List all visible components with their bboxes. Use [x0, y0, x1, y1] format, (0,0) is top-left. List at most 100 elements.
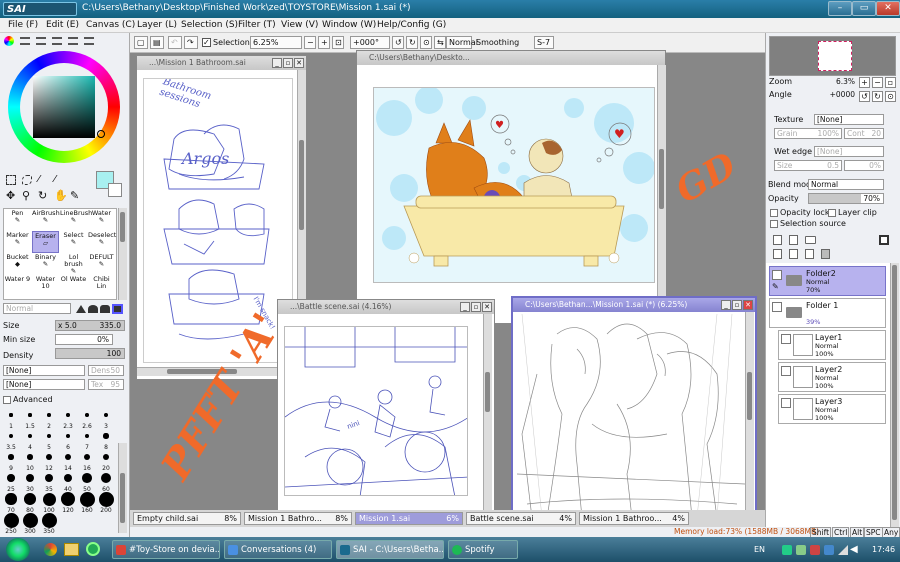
eyedropper-icon[interactable]: ⁄ — [54, 175, 64, 185]
redo-icon[interactable]: ↷ — [184, 36, 198, 49]
brush-size-dot[interactable] — [22, 512, 38, 528]
swatch-icon[interactable] — [52, 37, 62, 45]
clear-layer-icon[interactable] — [805, 249, 814, 259]
layer-layer2[interactable]: Layer2 Normal 100% — [778, 362, 886, 392]
blend-mode-select[interactable]: Normal — [3, 303, 71, 314]
brush-shape-select[interactable]: [None] — [3, 379, 85, 390]
new-layer-icon[interactable] — [773, 235, 782, 245]
visibility-eye-icon[interactable] — [772, 302, 782, 312]
menu-edit[interactable]: Edit (E) — [46, 20, 79, 30]
rotate-reset-icon[interactable]: ⊙ — [420, 36, 432, 49]
zoom-icon[interactable]: ⚲ — [22, 190, 30, 201]
palette-icon[interactable] — [68, 37, 78, 45]
taskbar-conversations[interactable]: Conversations (4) — [224, 540, 332, 559]
brush-size-dot[interactable] — [84, 433, 90, 439]
brush-size-dot[interactable] — [83, 453, 91, 461]
window4-vscroll[interactable] — [745, 312, 754, 516]
layer-layer3[interactable]: Layer3 Normal 100% — [778, 394, 886, 424]
tool-binary[interactable]: Binary ✎ — [32, 253, 59, 275]
nav-zoom-value[interactable]: 6.3% — [769, 77, 855, 88]
menu-view[interactable]: View (V) — [281, 20, 318, 30]
nav-rotate-right-icon[interactable]: ↻ — [872, 91, 883, 102]
brush-shape-selector[interactable] — [76, 303, 124, 315]
brush-size-dot[interactable] — [65, 433, 71, 439]
flip-icon[interactable]: ⇆ — [434, 36, 446, 49]
window2-vscroll[interactable] — [657, 65, 666, 323]
selection-checkbox[interactable]: ✓ — [202, 38, 211, 47]
brush-size-dot[interactable] — [5, 493, 17, 505]
menu-filter[interactable]: Filter (T) — [238, 20, 276, 30]
zoom-out-icon[interactable]: − — [304, 36, 316, 49]
brush-size-dot[interactable] — [98, 491, 114, 507]
saturation-value-square[interactable] — [33, 76, 95, 138]
brush-size-dot[interactable] — [102, 453, 110, 461]
nav-zoom-in-icon[interactable]: + — [859, 77, 870, 88]
brush-size-dot[interactable] — [27, 433, 33, 439]
wet-size-slider[interactable]: Size 0.5 — [774, 160, 842, 171]
wet-cont-slider[interactable]: 0% — [844, 160, 884, 171]
tool-water-10[interactable]: Water 10 — [32, 275, 59, 297]
window4-close[interactable]: ✕ — [743, 300, 753, 310]
rotate-left-icon[interactable]: ↺ — [392, 36, 404, 49]
brush-size-dot[interactable] — [41, 512, 57, 528]
tool-grid-scrollbar[interactable] — [118, 208, 127, 300]
canvas-mission1[interactable] — [517, 314, 745, 518]
move-icon[interactable]: ✥ — [6, 190, 15, 201]
tool-airbrush[interactable]: AirBrush ✎ — [32, 209, 60, 231]
brush-texture-select[interactable]: [None] — [3, 365, 85, 376]
brush-size-dot[interactable] — [7, 474, 15, 482]
deselect-icon[interactable]: ▢ — [134, 36, 148, 49]
texture-select[interactable]: [None] — [814, 114, 884, 125]
zoom-in-icon[interactable]: + — [318, 36, 330, 49]
brush-size-dot[interactable] — [82, 473, 92, 483]
brush-size-dot[interactable] — [44, 473, 54, 483]
taskbar-sai[interactable]: SAI - C:\Users\Betha... — [336, 540, 444, 559]
menu-help[interactable]: Help/Config (G) — [377, 20, 446, 30]
brush-size-dot[interactable] — [79, 491, 95, 507]
nav-rotate-left-icon[interactable]: ↺ — [859, 91, 870, 102]
tool-water-9[interactable]: Water 9 — [4, 275, 31, 297]
brush-size-scrollbar[interactable] — [118, 443, 127, 533]
tex-field[interactable]: Tex 95 — [88, 379, 124, 390]
magic-wand-icon[interactable]: ⁄ — [38, 175, 48, 185]
undo-icon[interactable]: ↶ — [168, 36, 182, 49]
brush-size-dot[interactable] — [8, 433, 14, 439]
cont-slider[interactable]: Cont 20 — [844, 128, 884, 139]
layer-clip-checkbox[interactable] — [828, 209, 836, 217]
brush-size-dot[interactable] — [47, 413, 51, 417]
color-wheel-icon[interactable] — [4, 36, 14, 46]
zoom-select[interactable]: 6.25% — [250, 36, 302, 49]
language-indicator[interactable]: EN — [754, 545, 765, 554]
wet-edge-select[interactable]: [None] — [814, 146, 884, 157]
tool-bucket[interactable]: Bucket ◆ — [4, 253, 31, 275]
brush-size-dot[interactable] — [25, 473, 34, 482]
layer-folder1[interactable]: Folder 1 39% — [769, 298, 886, 328]
window1-close[interactable]: ✕ — [294, 58, 304, 68]
brush-size-dot[interactable] — [3, 512, 19, 528]
eyedropper-icon-2[interactable]: ✎ — [70, 190, 79, 201]
tray-icon-1[interactable] — [782, 545, 792, 555]
size-slider[interactable]: x 5.0 335.0 — [55, 320, 125, 331]
tab-mission1[interactable]: Mission 1.sai 6% — [355, 512, 463, 525]
close-button[interactable]: ✕ — [876, 1, 900, 16]
tool-eraser[interactable]: Eraser ▱ — [32, 231, 59, 253]
chrome-icon[interactable] — [44, 543, 57, 556]
visibility-eye-icon[interactable] — [781, 398, 791, 408]
hue-ring[interactable] — [8, 51, 120, 163]
explorer-icon[interactable] — [64, 543, 79, 556]
brush-size-dot[interactable] — [28, 413, 32, 417]
menu-window[interactable]: Window (W) — [322, 20, 376, 30]
brush-size-dot[interactable] — [103, 433, 109, 439]
nav-rotate-reset-icon[interactable]: ⊙ — [885, 91, 896, 102]
layer-layer1[interactable]: Layer1 Normal 100% — [778, 330, 886, 360]
advanced-checkbox[interactable] — [3, 396, 11, 404]
opacity-lock-checkbox[interactable] — [770, 209, 778, 217]
hsv-slider-icon[interactable] — [36, 37, 46, 45]
nav-fit-icon[interactable]: ▫ — [885, 77, 896, 88]
transfer-down-icon[interactable] — [773, 249, 782, 259]
tool-water[interactable]: Water ✎ — [88, 209, 115, 231]
layer-list-scrollbar[interactable] — [890, 263, 899, 535]
new-linework-layer-icon[interactable] — [789, 235, 798, 245]
visibility-eye-icon[interactable] — [781, 334, 791, 344]
window1-minimize[interactable]: _ — [272, 58, 282, 68]
